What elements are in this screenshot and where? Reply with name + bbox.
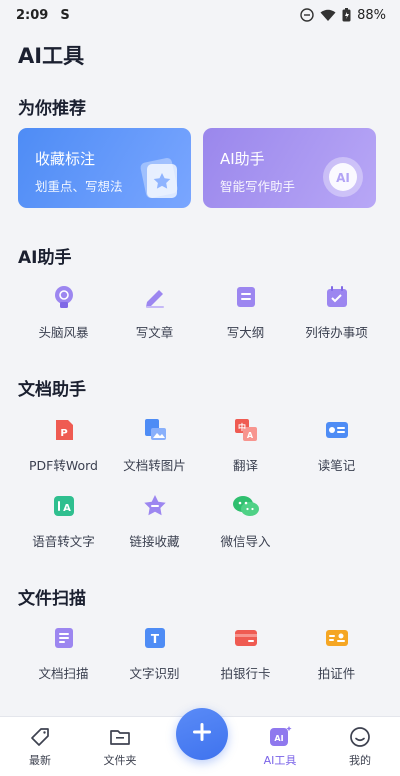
svg-text:T: T <box>150 632 159 646</box>
brain-icon <box>50 283 78 311</box>
section-title-file-scan: 文件扫描 <box>18 589 86 609</box>
tab-label: AI工具 <box>263 754 297 767</box>
tool-label: 写文章 <box>135 325 174 340</box>
card-subtitle: 划重点、写想法 <box>35 179 123 194</box>
tool-label: 微信导入 <box>220 534 271 549</box>
svg-text:A: A <box>246 431 253 440</box>
ai-assistant-grid: 头脑风暴 写文章 写大纲 列待办事项 <box>18 283 382 341</box>
pen-icon <box>141 283 169 311</box>
tab-mine[interactable]: 我的 <box>320 717 400 776</box>
wechat-icon <box>232 492 260 520</box>
tool-label: 拍银行卡 <box>220 666 271 681</box>
tool-label: 读笔记 <box>317 458 356 473</box>
tool-label: 文档转图片 <box>123 458 186 473</box>
tool-write-article[interactable]: 写文章 <box>109 283 200 341</box>
outline-icon <box>232 283 260 311</box>
tool-label: 拍证件 <box>317 666 356 681</box>
tool-doc-to-image[interactable]: 文档转图片 <box>109 416 200 474</box>
wifi-icon <box>320 9 336 22</box>
link-star-icon <box>141 492 169 520</box>
ai-badge-icon: AI <box>320 154 366 204</box>
tool-label: 文档扫描 <box>38 666 89 681</box>
read-notes-icon <box>323 416 351 444</box>
doc-assistant-grid-row1: P PDF转Word 文档转图片 中A 翻译 读笔记 <box>18 416 382 474</box>
add-button[interactable] <box>176 708 228 760</box>
tool-read-notes[interactable]: 读笔记 <box>291 416 382 474</box>
plus-icon <box>191 721 213 747</box>
battery-percent: 88% <box>357 7 386 23</box>
tool-doc-scan[interactable]: 文档扫描 <box>18 624 109 682</box>
id-card-icon <box>323 624 351 652</box>
card-subtitle: 智能写作助手 <box>220 179 296 194</box>
bank-card-icon <box>232 624 260 652</box>
app-notification-icon: S <box>60 7 70 23</box>
tab-latest[interactable]: 最新 <box>0 717 80 776</box>
tool-id-card[interactable]: 拍证件 <box>291 624 382 682</box>
voice-text-icon: A <box>50 492 78 520</box>
card-title: AI助手 <box>220 150 265 168</box>
battery-icon <box>342 8 351 22</box>
tool-label: 文字识别 <box>129 666 180 681</box>
tab-folder[interactable]: 文件夹 <box>80 717 160 776</box>
do-not-disturb-icon <box>300 8 314 22</box>
tool-todo-list[interactable]: 列待办事项 <box>291 283 382 341</box>
smiley-icon <box>349 725 371 749</box>
tab-label: 我的 <box>349 754 371 767</box>
folder-icon <box>109 725 131 749</box>
tab-ai-tools[interactable]: AI AI工具 <box>240 717 320 776</box>
status-time: 2:09 <box>16 7 49 23</box>
calendar-check-icon <box>323 283 351 311</box>
tool-label: PDF转Word <box>29 458 98 473</box>
tool-label: 链接收藏 <box>129 534 180 549</box>
tool-label: 写大纲 <box>226 325 265 340</box>
tool-write-outline[interactable]: 写大纲 <box>200 283 291 341</box>
tool-translate[interactable]: 中A 翻译 <box>200 416 291 474</box>
tool-text-recognition[interactable]: T 文字识别 <box>109 624 200 682</box>
svg-text:AI: AI <box>274 734 283 743</box>
page-title: AI工具 <box>18 44 85 68</box>
text-recognize-icon: T <box>141 624 169 652</box>
section-title-doc-assistant: 文档助手 <box>18 380 86 400</box>
tool-brainstorm[interactable]: 头脑风暴 <box>18 283 109 341</box>
tool-label: 语音转文字 <box>32 534 95 549</box>
star-icon <box>137 156 181 204</box>
section-title-recommend: 为你推荐 <box>18 99 86 119</box>
tool-label: 翻译 <box>232 458 258 473</box>
doc-assistant-grid-row2: A 语音转文字 链接收藏 微信导入 <box>18 492 382 550</box>
tool-label: 头脑风暴 <box>38 325 89 340</box>
tab-label: 最新 <box>29 754 51 767</box>
svg-text:A: A <box>63 503 71 514</box>
doc-image-icon <box>141 416 169 444</box>
tool-label: 列待办事项 <box>305 325 368 340</box>
ai-tools-icon: AI <box>268 725 292 749</box>
card-title: 收藏标注 <box>35 150 96 168</box>
doc-scan-icon <box>50 624 78 652</box>
status-right: 88% <box>300 8 386 23</box>
tool-voice-to-text[interactable]: A 语音转文字 <box>18 492 109 550</box>
tool-link-collect[interactable]: 链接收藏 <box>109 492 200 550</box>
tool-wechat-import[interactable]: 微信导入 <box>200 492 291 550</box>
svg-text:中: 中 <box>238 422 246 432</box>
pdf-icon: P <box>50 416 78 444</box>
ai-assistant-card[interactable]: AI助手 智能写作助手 AI <box>203 128 376 208</box>
favorite-annotation-card[interactable]: 收藏标注 划重点、写想法 <box>18 128 191 208</box>
tool-bank-card[interactable]: 拍银行卡 <box>200 624 291 682</box>
tool-pdf-to-word[interactable]: P PDF转Word <box>18 416 109 474</box>
status-bar: 2:09 S 88% <box>0 0 400 30</box>
svg-text:P: P <box>60 428 67 439</box>
translate-icon: 中A <box>232 416 260 444</box>
tag-icon <box>29 725 51 749</box>
file-scan-grid: 文档扫描 T 文字识别 拍银行卡 拍证件 <box>18 624 382 682</box>
tab-label: 文件夹 <box>103 754 137 767</box>
section-title-ai-assistant: AI助手 <box>18 248 72 268</box>
svg-text:AI: AI <box>336 171 350 185</box>
